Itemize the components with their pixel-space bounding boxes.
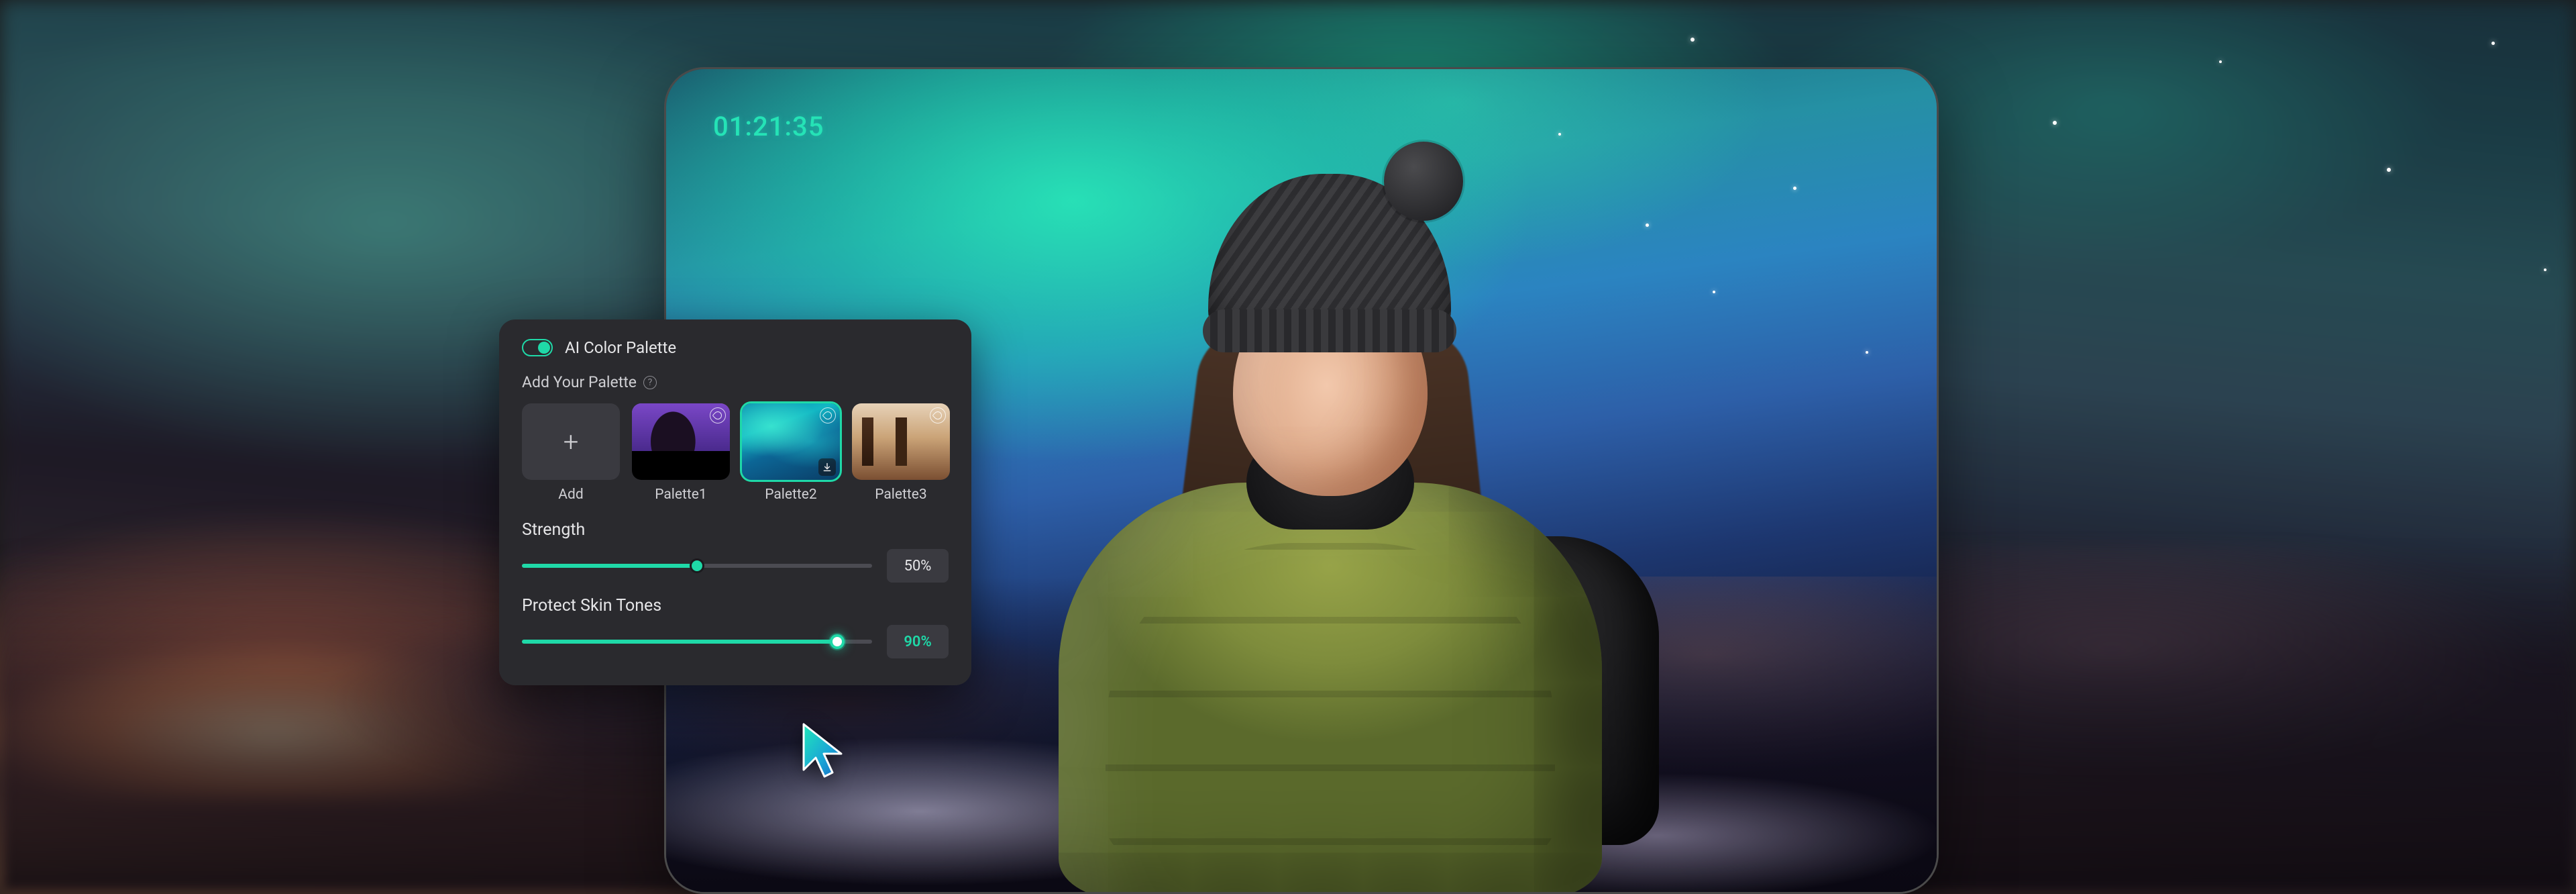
palette3-label: Palette3 bbox=[875, 487, 926, 503]
preview-subject-person bbox=[1028, 214, 1639, 894]
strength-slider-fill bbox=[522, 564, 697, 568]
preview-timestamp: 01:21:35 bbox=[713, 111, 824, 142]
add-your-palette-label: Add Your Palette ? bbox=[522, 373, 949, 391]
protect-skin-slider-handle[interactable] bbox=[830, 634, 845, 649]
ai-color-palette-toggle[interactable] bbox=[522, 339, 553, 356]
palette-item-3: Palette3 bbox=[852, 403, 950, 503]
refresh-icon[interactable] bbox=[930, 407, 946, 424]
strength-slider[interactable] bbox=[522, 564, 872, 568]
palette3-thumb[interactable] bbox=[852, 403, 950, 480]
protect-skin-slider-fill bbox=[522, 640, 837, 644]
add-your-palette-text: Add Your Palette bbox=[522, 373, 637, 391]
help-icon[interactable]: ? bbox=[643, 376, 657, 389]
palette-add-item: + Add bbox=[522, 403, 620, 503]
panel-title: AI Color Palette bbox=[565, 338, 676, 357]
strength-slider-handle[interactable] bbox=[690, 558, 704, 573]
protect-skin-slider-row: 90% bbox=[522, 625, 949, 658]
palette2-label: Palette2 bbox=[765, 487, 816, 503]
refresh-icon[interactable] bbox=[710, 407, 726, 424]
strength-label: Strength bbox=[522, 520, 949, 540]
palette-row: + Add Palette1 Palette2 Palette3 bbox=[522, 403, 949, 503]
plus-icon: + bbox=[564, 426, 579, 458]
protect-skin-label: Protect Skin Tones bbox=[522, 596, 949, 615]
download-icon[interactable] bbox=[818, 458, 836, 476]
strength-value[interactable]: 50% bbox=[887, 549, 949, 583]
strength-slider-row: 50% bbox=[522, 549, 949, 583]
palette1-thumb[interactable] bbox=[632, 403, 730, 480]
protect-skin-slider[interactable] bbox=[522, 640, 872, 644]
add-palette-button[interactable]: + bbox=[522, 403, 620, 480]
panel-header: AI Color Palette bbox=[522, 338, 949, 357]
palette-item-1: Palette1 bbox=[632, 403, 730, 503]
refresh-icon[interactable] bbox=[820, 407, 836, 424]
palette1-label: Palette1 bbox=[655, 487, 706, 503]
ai-color-palette-panel: AI Color Palette Add Your Palette ? + Ad… bbox=[499, 319, 971, 685]
palette-item-2: Palette2 bbox=[742, 403, 840, 503]
protect-skin-value[interactable]: 90% bbox=[887, 625, 949, 658]
add-palette-label: Add bbox=[558, 487, 583, 503]
palette2-thumb[interactable] bbox=[742, 403, 840, 480]
